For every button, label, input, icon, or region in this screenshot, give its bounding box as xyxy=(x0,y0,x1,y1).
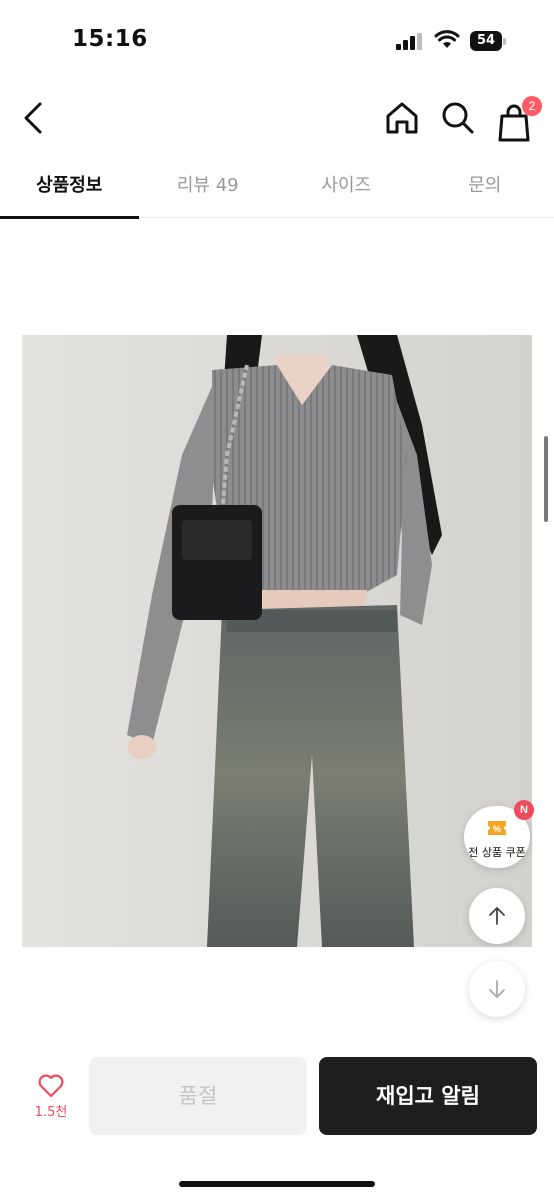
home-button[interactable] xyxy=(382,98,422,138)
scroll-indicator[interactable] xyxy=(544,436,548,522)
scroll-to-top-button[interactable] xyxy=(469,888,525,944)
product-tabs: 상품정보 리뷰 49 사이즈 문의 xyxy=(0,160,554,219)
scroll-to-bottom-button[interactable] xyxy=(469,961,525,1017)
like-button[interactable]: 1.5천 xyxy=(26,1073,76,1127)
new-badge: N xyxy=(514,800,534,820)
status-time: 15:16 xyxy=(72,26,148,52)
heart-icon xyxy=(38,1074,64,1098)
arrow-up-icon xyxy=(489,907,505,925)
tab-product-info[interactable]: 상품정보 xyxy=(0,160,139,219)
coupon-label: 전 상품 쿠폰 xyxy=(468,846,526,859)
like-count: 1.5천 xyxy=(34,1105,68,1120)
status-bar: 15:16 54 xyxy=(0,0,554,80)
all-products-coupon-button[interactable]: % 전 상품 쿠폰 N xyxy=(464,800,534,868)
tab-reviews[interactable]: 리뷰 49 xyxy=(139,160,278,218)
top-nav: 2 xyxy=(0,90,554,146)
signal-icon xyxy=(396,33,422,50)
soldout-button: 품절 xyxy=(89,1057,307,1135)
wifi-icon xyxy=(434,30,460,48)
home-indicator xyxy=(179,1181,375,1187)
battery-icon: 54 xyxy=(470,31,506,51)
arrow-down-icon xyxy=(489,980,505,998)
cart-count-badge: 2 xyxy=(522,96,542,116)
search-icon xyxy=(442,102,474,134)
search-button[interactable] xyxy=(438,98,478,138)
battery-level: 54 xyxy=(470,31,502,51)
back-button[interactable] xyxy=(16,98,52,138)
back-icon xyxy=(24,102,42,134)
restock-alert-button[interactable]: 재입고 알림 xyxy=(319,1057,537,1135)
home-icon xyxy=(386,102,418,134)
bottom-action-bar: 1.5천 품절 재입고 알림 xyxy=(0,1045,554,1155)
coupon-icon: % xyxy=(488,821,506,835)
tab-size[interactable]: 사이즈 xyxy=(277,160,416,218)
tab-inquiry[interactable]: 문의 xyxy=(416,160,554,218)
product-image xyxy=(22,335,532,947)
cart-button[interactable]: 2 xyxy=(494,96,542,142)
svg-text:%: % xyxy=(493,824,501,834)
